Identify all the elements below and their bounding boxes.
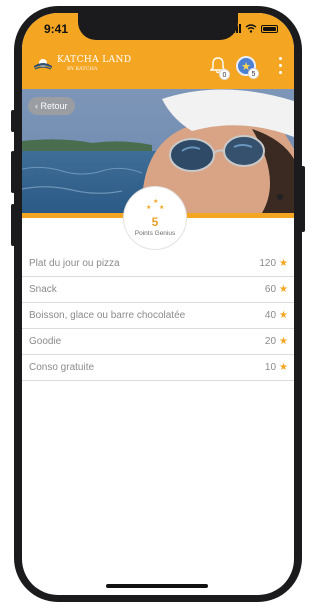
star-icon: ★ <box>279 362 288 373</box>
svg-text:★: ★ <box>159 204 164 211</box>
mute-switch <box>11 110 15 132</box>
brand-title: KATCHA LAND <box>57 55 132 65</box>
home-indicator[interactable] <box>106 584 208 588</box>
reward-price: 20 ★ <box>265 336 288 347</box>
reward-price: 120 ★ <box>259 258 288 269</box>
reward-points: 120 <box>259 258 277 269</box>
list-item[interactable]: Snack 60 ★ <box>22 277 294 303</box>
list-item[interactable]: Boisson, glace ou barre chocolatée 40 ★ <box>22 303 294 329</box>
notch <box>78 13 238 40</box>
reward-name: Boisson, glace ou barre chocolatée <box>29 310 186 321</box>
star-icon: ★ <box>279 258 288 269</box>
reward-name: Snack <box>29 284 57 295</box>
stars-badge: 5 <box>248 68 259 79</box>
back-button[interactable]: ‹ Retour <box>28 97 75 115</box>
reward-price: 60 ★ <box>265 284 288 295</box>
screen: 9:41 KATCHA LAND BY KATCHA 0 ★ 5 ‹ Retou… <box>22 13 294 595</box>
star-icon: ★ <box>279 310 288 321</box>
power-button <box>301 166 305 232</box>
notifications-badge: 0 <box>219 69 230 80</box>
reward-points: 40 <box>264 310 277 321</box>
reward-points: 10 <box>264 362 277 373</box>
reward-points: 60 <box>264 284 277 295</box>
svg-text:★: ★ <box>146 204 151 211</box>
brand-subtitle: BY KATCHA <box>67 66 98 72</box>
more-icon[interactable] <box>277 57 283 77</box>
star-icon: ★ <box>279 336 288 347</box>
list-item[interactable]: Goodie 20 ★ <box>22 329 294 355</box>
reward-price: 40 ★ <box>265 310 288 321</box>
list-item[interactable]: Plat du jour ou pizza 120 ★ <box>22 251 294 277</box>
back-button-label: Retour <box>40 101 68 111</box>
points-label: Points Genius <box>134 230 176 237</box>
wifi-icon <box>245 24 257 33</box>
battery-icon <box>261 24 278 33</box>
points-value: 5 <box>151 215 159 229</box>
reward-points: 20 <box>264 336 277 347</box>
reward-name: Goodie <box>29 336 62 347</box>
brand: KATCHA LAND BY KATCHA <box>57 55 131 72</box>
status-time: 9:41 <box>44 22 69 36</box>
logo-icon <box>34 59 52 70</box>
reward-name: Plat du jour ou pizza <box>29 258 120 269</box>
volume-down-button <box>11 204 15 246</box>
stars-icon: ★ ★ ★ <box>146 198 164 211</box>
reward-price: 10 ★ <box>265 362 288 373</box>
star-icon: ★ <box>279 284 288 295</box>
back-chevron-icon: ‹ <box>35 101 38 111</box>
reward-name: Conso gratuite <box>29 362 95 373</box>
points-badge: ★ ★ ★ 5 Points Genius <box>123 186 187 250</box>
svg-text:★: ★ <box>153 198 158 205</box>
rewards-list: Plat du jour ou pizza 120 ★ Snack 60 ★ B… <box>22 251 294 381</box>
list-item[interactable]: Conso gratuite 10 ★ <box>22 355 294 381</box>
volume-up-button <box>11 151 15 193</box>
